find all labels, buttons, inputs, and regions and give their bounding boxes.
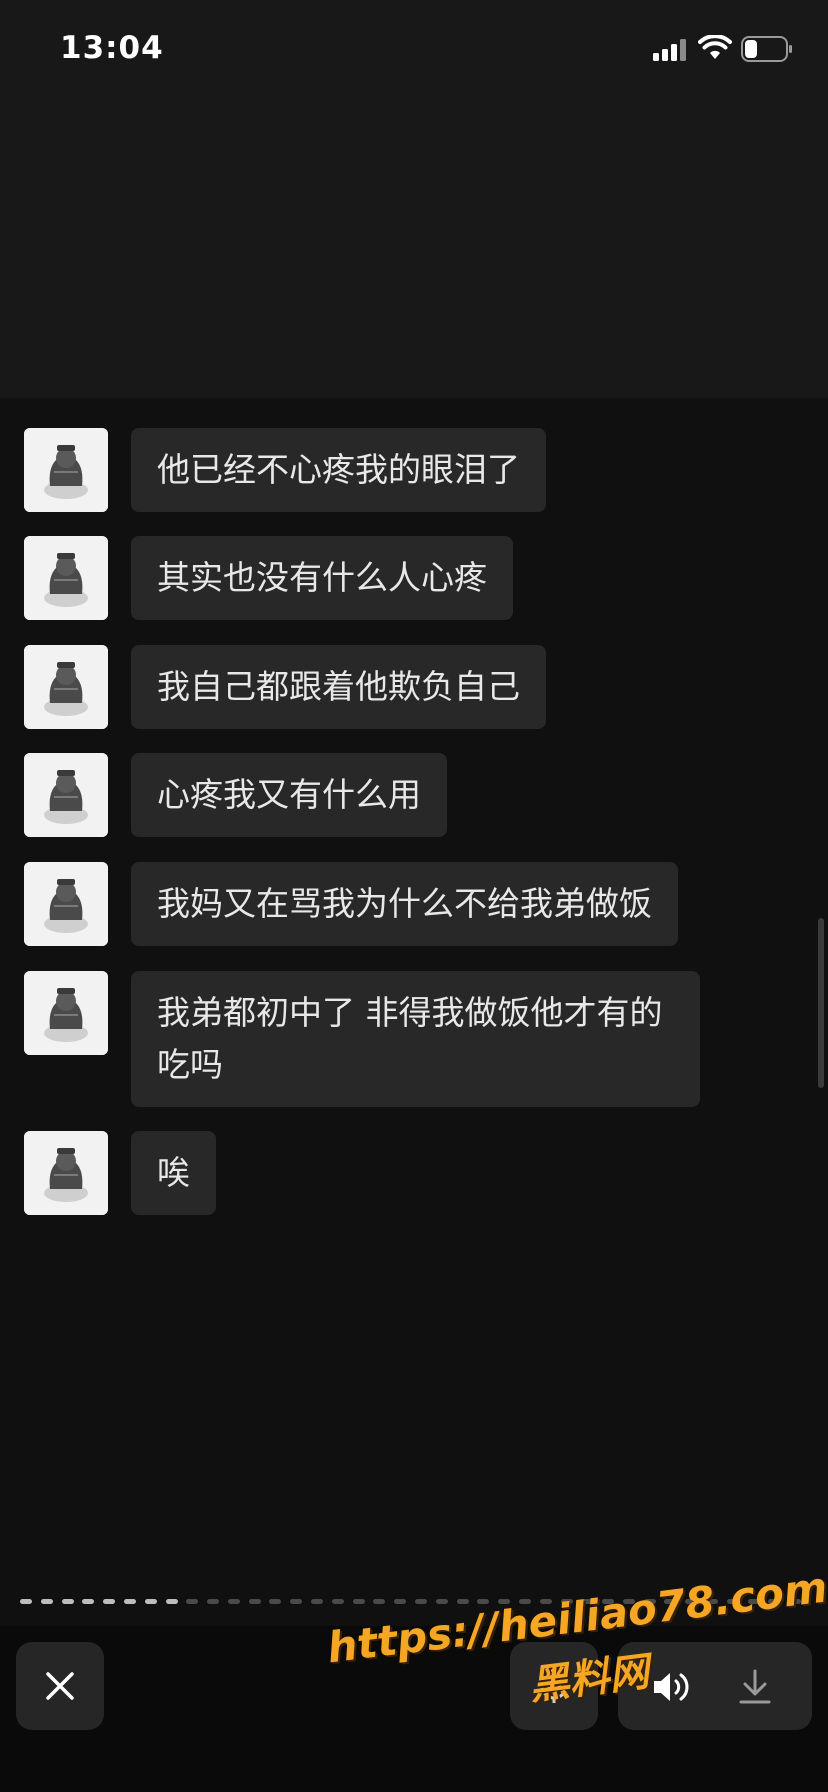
avatar[interactable] [24, 536, 108, 620]
avatar[interactable] [24, 753, 108, 837]
avatar[interactable] [24, 1131, 108, 1215]
progress-segment [61, 1599, 74, 1604]
scroll-indicator[interactable] [818, 918, 824, 1088]
avatar-icon [24, 971, 108, 1055]
avatar-icon [24, 428, 108, 512]
story-progress-bar [20, 1599, 810, 1605]
message-bubble[interactable]: 我自己都跟着他欺负自己 [131, 645, 546, 729]
progress-segment [394, 1599, 407, 1604]
progress-segment [435, 1599, 448, 1604]
progress-segment [311, 1599, 324, 1604]
progress-segment [789, 1599, 802, 1604]
signal-icon [653, 39, 686, 61]
message-bubble[interactable]: 心疼我又有什么用 [131, 753, 447, 837]
top-area: 13:04 [0, 0, 828, 398]
progress-segment [602, 1599, 615, 1604]
progress-segment [40, 1599, 53, 1604]
progress-segment [685, 1599, 698, 1604]
avatar-icon [24, 862, 108, 946]
progress-segment [227, 1599, 240, 1604]
progress-segment [477, 1599, 490, 1604]
progress-segment [539, 1599, 552, 1604]
progress-segment [643, 1599, 656, 1604]
message-bubble[interactable]: 唉 [131, 1131, 216, 1215]
progress-segment [290, 1599, 303, 1604]
avatar[interactable] [24, 862, 108, 946]
progress-segment [622, 1599, 635, 1604]
progress-segment [186, 1599, 199, 1604]
progress-segment [747, 1599, 760, 1604]
progress-segment [560, 1599, 573, 1604]
media-controls [618, 1642, 812, 1730]
status-time: 13:04 [60, 30, 164, 66]
progress-segment [415, 1599, 427, 1604]
avatar-icon [24, 645, 108, 729]
progress-segment [165, 1599, 178, 1604]
progress-segment [373, 1599, 386, 1604]
progress-segment [518, 1599, 531, 1604]
message-bubble[interactable]: 其实也没有什么人心疼 [131, 536, 513, 620]
progress-segment [456, 1599, 469, 1604]
message-bubble[interactable]: 我弟都初中了 非得我做饭他才有的吃吗 [131, 971, 700, 1107]
avatar-icon [24, 753, 108, 837]
chat-screen: 13:04 他已经不心疼我的眼泪了 其实也没有什么人心疼 我自己都跟着他欺负自己 心疼… [0, 0, 828, 1792]
progress-segment [664, 1599, 677, 1604]
bottom-toolbar [0, 1626, 828, 1792]
close-button[interactable] [16, 1642, 104, 1730]
progress-segment [581, 1599, 594, 1604]
progress-segment [82, 1599, 95, 1604]
avatar[interactable] [24, 428, 108, 512]
download-icon[interactable] [738, 1669, 772, 1705]
close-icon [46, 1672, 74, 1700]
message-bubble[interactable]: 我妈又在骂我为什么不给我弟做饭 [131, 862, 678, 946]
avatar-icon [24, 1131, 108, 1215]
mic-icon [540, 1668, 568, 1703]
progress-segment [248, 1599, 261, 1604]
progress-segment [103, 1599, 116, 1604]
progress-segment [144, 1599, 157, 1604]
avatar[interactable] [24, 645, 108, 729]
message-bubble[interactable]: 他已经不心疼我的眼泪了 [131, 428, 546, 512]
progress-segment [498, 1599, 511, 1604]
progress-segment [352, 1599, 365, 1604]
wifi-icon [698, 35, 732, 59]
mic-button[interactable] [510, 1642, 598, 1730]
progress-segment [123, 1599, 136, 1604]
progress-segment [20, 1599, 32, 1604]
avatar[interactable] [24, 971, 108, 1055]
progress-segment [269, 1599, 282, 1604]
progress-segment [207, 1599, 220, 1604]
battery-icon [741, 36, 792, 62]
avatar-icon [24, 536, 108, 620]
progress-segment [331, 1599, 344, 1604]
progress-segment [726, 1599, 739, 1604]
progress-segment [768, 1599, 781, 1604]
progress-segment [706, 1599, 719, 1604]
speaker-icon[interactable] [652, 1670, 692, 1704]
